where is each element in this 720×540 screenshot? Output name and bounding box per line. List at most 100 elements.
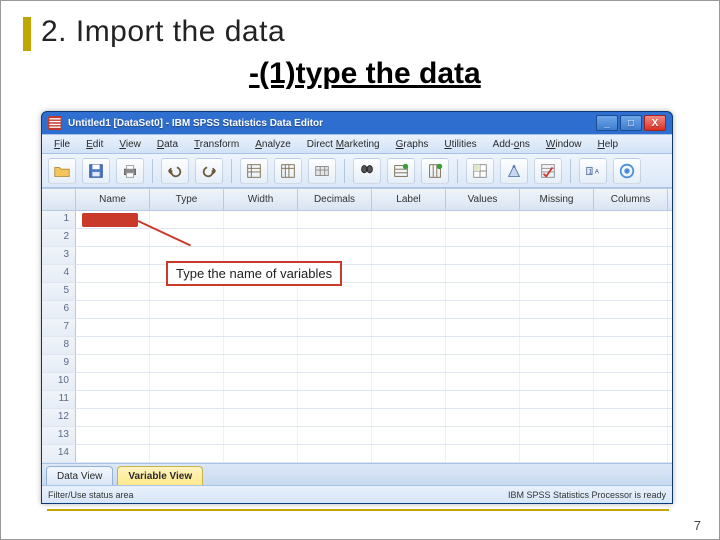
goto-case-icon[interactable] <box>240 158 268 184</box>
save-icon[interactable] <box>82 158 110 184</box>
menu-view[interactable]: View <box>111 137 149 152</box>
row-number: 5 <box>42 283 76 300</box>
value-labels-icon[interactable]: 1A <box>579 158 607 184</box>
statusbar: Filter/Use status area IBM SPSS Statisti… <box>42 485 672 503</box>
table-row[interactable]: 3 <box>42 247 672 265</box>
menubar: File Edit View Data Transform Analyze Di… <box>42 134 672 154</box>
spss-icon <box>48 116 62 130</box>
slide-number: 7 <box>694 518 701 533</box>
col-type[interactable]: Type <box>150 189 224 210</box>
status-right: IBM SPSS Statistics Processor is ready <box>508 490 666 500</box>
table-row[interactable]: 13 <box>42 427 672 445</box>
callout-text: Type the name of variables <box>176 266 332 281</box>
use-sets-icon[interactable] <box>613 158 641 184</box>
maximize-button[interactable]: □ <box>620 115 642 131</box>
variables-icon[interactable] <box>308 158 336 184</box>
row-number: 2 <box>42 229 76 246</box>
toolbar-separator <box>457 159 458 183</box>
close-button[interactable]: X <box>644 115 666 131</box>
col-name[interactable]: Name <box>76 189 150 210</box>
row-number: 11 <box>42 391 76 408</box>
col-values[interactable]: Values <box>446 189 520 210</box>
row-number: 4 <box>42 265 76 282</box>
undo-icon[interactable] <box>161 158 189 184</box>
col-label[interactable]: Label <box>372 189 446 210</box>
table-row[interactable]: 12 <box>42 409 672 427</box>
toolbar: 1A <box>42 154 672 188</box>
table-row[interactable]: 8 <box>42 337 672 355</box>
corner-cell <box>42 189 76 210</box>
col-width[interactable]: Width <box>224 189 298 210</box>
callout-box: Type the name of variables <box>166 261 342 286</box>
toolbar-separator <box>152 159 153 183</box>
menu-file-label: ile <box>60 139 70 150</box>
menu-window[interactable]: Window <box>538 137 590 152</box>
highlight-marker <box>82 213 138 227</box>
open-file-icon[interactable] <box>48 158 76 184</box>
redo-icon[interactable] <box>195 158 223 184</box>
table-row[interactable]: 9 <box>42 355 672 373</box>
weight-cases-icon[interactable] <box>500 158 528 184</box>
slide-bottom-rule <box>47 509 669 511</box>
menu-utilities[interactable]: Utilities <box>436 137 484 152</box>
table-row[interactable]: 6 <box>42 301 672 319</box>
insert-case-icon[interactable] <box>387 158 415 184</box>
status-left: Filter/Use status area <box>48 490 134 500</box>
column-headers: Name Type Width Decimals Label Values Mi… <box>42 189 672 211</box>
tab-variable-view[interactable]: Variable View <box>117 466 203 485</box>
col-columns[interactable]: Columns <box>594 189 668 210</box>
menu-direct-marketing[interactable]: Direct Marketing <box>299 137 388 152</box>
menu-edit[interactable]: Edit <box>78 137 111 152</box>
menu-file[interactable]: File <box>46 137 78 152</box>
row-number: 14 <box>42 445 76 462</box>
col-missing[interactable]: Missing <box>520 189 594 210</box>
slide-subtitle: -(1)type the data <box>249 57 481 91</box>
table-row[interactable]: 2 <box>42 229 672 247</box>
split-file-icon[interactable] <box>466 158 494 184</box>
variable-grid: Name Type Width Decimals Label Values Mi… <box>42 188 672 463</box>
table-row[interactable]: 4 <box>42 265 672 283</box>
col-decimals[interactable]: Decimals <box>298 189 372 210</box>
select-cases-icon[interactable] <box>534 158 562 184</box>
table-row[interactable]: 14 <box>42 445 672 463</box>
toolbar-separator <box>570 159 571 183</box>
window-controls: _ □ X <box>596 115 666 131</box>
row-number: 13 <box>42 427 76 444</box>
row-number: 8 <box>42 337 76 354</box>
table-row[interactable]: 10 <box>42 373 672 391</box>
window-title: Untitled1 [DataSet0] - IBM SPSS Statisti… <box>68 118 323 129</box>
spss-window: Untitled1 [DataSet0] - IBM SPSS Statisti… <box>41 111 673 504</box>
menu-graphs[interactable]: Graphs <box>388 137 437 152</box>
row-number: 10 <box>42 373 76 390</box>
row-number: 9 <box>42 355 76 372</box>
svg-text:1: 1 <box>589 168 593 175</box>
toolbar-separator <box>231 159 232 183</box>
svg-text:A: A <box>595 168 600 175</box>
menu-transform[interactable]: Transform <box>186 137 247 152</box>
minimize-button[interactable]: _ <box>596 115 618 131</box>
goto-variable-icon[interactable] <box>274 158 302 184</box>
slide: 2. Import the data -(1)type the data Unt… <box>0 0 720 540</box>
slide-title: 2. Import the data <box>41 15 285 49</box>
print-icon[interactable] <box>116 158 144 184</box>
row-number: 12 <box>42 409 76 426</box>
table-row[interactable]: 7 <box>42 319 672 337</box>
menu-addons[interactable]: Add-ons <box>485 137 538 152</box>
window-titlebar[interactable]: Untitled1 [DataSet0] - IBM SPSS Statisti… <box>42 112 672 134</box>
table-row[interactable]: 5 <box>42 283 672 301</box>
tab-data-view[interactable]: Data View <box>46 466 113 485</box>
row-number: 3 <box>42 247 76 264</box>
row-number: 7 <box>42 319 76 336</box>
insert-variable-icon[interactable] <box>421 158 449 184</box>
toolbar-separator <box>344 159 345 183</box>
row-number: 6 <box>42 301 76 318</box>
table-row[interactable]: 11 <box>42 391 672 409</box>
find-icon[interactable] <box>353 158 381 184</box>
menu-data[interactable]: Data <box>149 137 186 152</box>
row-number: 1 <box>42 211 76 228</box>
menu-analyze[interactable]: Analyze <box>247 137 299 152</box>
menu-help[interactable]: Help <box>590 137 627 152</box>
accent-bar <box>23 17 31 51</box>
grid-body[interactable]: Type the name of variables 1 2 3 4 5 6 7… <box>42 211 672 463</box>
view-tabs: Data View Variable View <box>42 463 672 485</box>
